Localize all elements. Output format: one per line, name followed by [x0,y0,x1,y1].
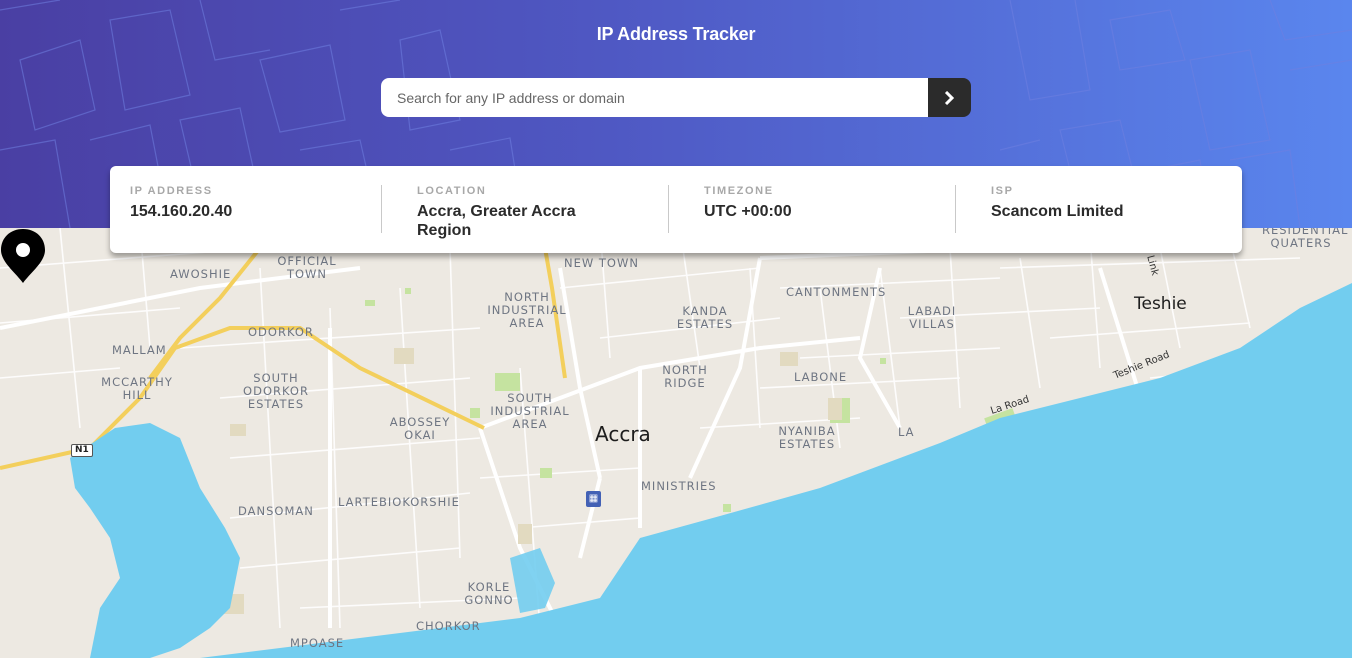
page-title: IP Address Tracker [596,24,756,44]
search-bar [381,78,971,117]
map-label-residential: RESIDENTIAL QUATERS [1262,228,1349,250]
location-section: LOCATION Accra, Greater Accra Region [381,166,668,253]
map-label-south-industrial: SOUTH INDUSTRIAL AREA [490,391,570,431]
map-tiles [0,228,1352,658]
ip-address-section: IP ADDRESS 154.160.20.40 [110,166,381,253]
location-pin-icon[interactable] [0,228,46,284]
route-n1-badge: N1 [71,444,93,457]
map-label-dansoman: DANSOMAN [238,504,314,518]
location-value: Accra, Greater Accra Region [417,203,576,239]
map-label-ministries: MINISTRIES [641,479,717,493]
bus-station-icon: ▦ [586,491,601,507]
map-label-abossey: ABOSSEY OKAI [389,415,451,442]
map-label-kanda: KANDA ESTATES [676,304,734,331]
map-label-labone: LABONE [794,370,848,384]
isp-value: Scancom Limited [991,203,1124,220]
map-label-new-town: NEW TOWN [564,256,639,270]
chevron-right-icon [944,90,955,105]
search-input[interactable] [381,78,928,117]
map-label-cantonments: CANTONMENTS [786,285,887,299]
map-label-odorkor: ODORKOR [248,325,314,339]
map-label-north-ridge: NORTH RIDGE [662,363,708,390]
isp-label: ISP [991,185,1014,197]
ip-address-value: 154.160.20.40 [130,203,233,220]
ip-address-label: IP ADDRESS [130,185,213,197]
timezone-label: TIMEZONE [704,185,774,197]
map-label-mpoase: MPOASE [290,636,345,650]
map-label-nyaniba: NYANIBA ESTATES [778,424,836,451]
timezone-section: TIMEZONE UTC +00:00 [668,166,955,253]
map-label-teshie: Teshie [1134,294,1187,314]
map-label-awoshie: AWOSHIE [170,267,232,281]
search-submit-button[interactable] [928,78,971,117]
map-label-la: LA [898,425,915,439]
isp-section: ISP Scancom Limited [955,166,1242,253]
location-label: LOCATION [417,185,487,197]
map-label-lartebiokorshie: LARTEBIOKORSHIE [338,495,460,509]
map-label-chorkor: CHORKOR [416,619,481,633]
map-label-korle: KORLE GONNO [464,580,514,607]
ip-info-card: IP ADDRESS 154.160.20.40 LOCATION Accra,… [110,166,1242,253]
map-label-labadi: LABADI VILLAS [907,304,957,331]
map-view[interactable]: AWOSHIE OFFICIAL TOWN NEW TOWN CANTONMEN… [0,228,1352,658]
map-label-south-odorkor: SOUTH ODORKOR ESTATES [243,371,309,411]
map-label-official-town: OFFICIAL TOWN [277,254,337,281]
map-label-north-industrial: NORTH INDUSTRIAL AREA [487,290,567,330]
map-label-mallam: MALLAM [112,343,167,357]
map-label-accra: Accra [595,422,651,446]
map-label-mccarthy: MCCARTHY HILL [101,375,173,402]
timezone-value: UTC +00:00 [704,203,792,220]
